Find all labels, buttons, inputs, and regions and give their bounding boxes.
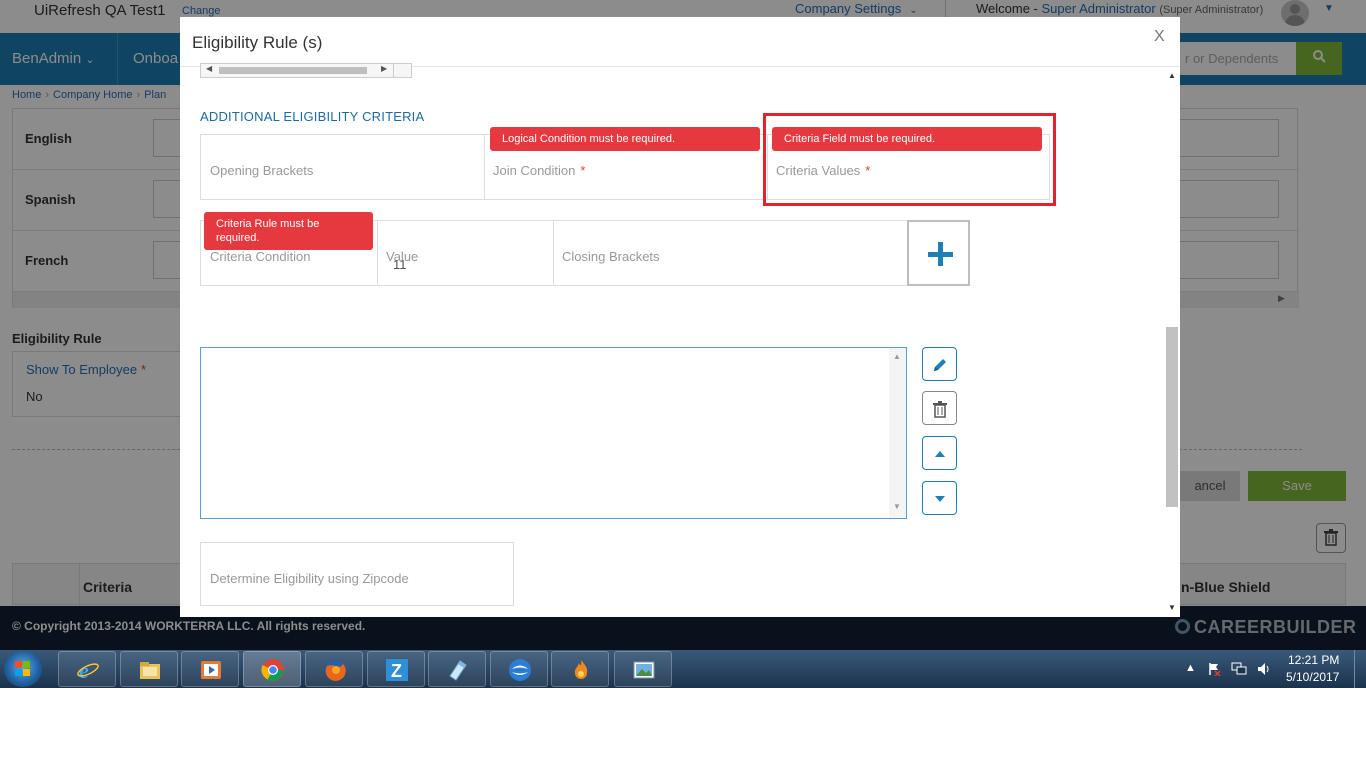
- z-app-icon: Z: [386, 659, 408, 681]
- horizontal-scrollbar[interactable]: ◀ ▶: [200, 63, 412, 78]
- clock-date[interactable]: 5/10/2017: [1286, 670, 1339, 684]
- taskbar-messenger[interactable]: [490, 651, 548, 687]
- arrow-down-icon[interactable]: ▼: [893, 502, 901, 511]
- taskbar-internet-explorer[interactable]: e: [58, 651, 116, 687]
- folder-icon: [140, 662, 160, 679]
- arrow-left-icon[interactable]: ◀: [206, 64, 212, 73]
- error-criteria-rule: Criteria Rule must be required.: [204, 212, 373, 250]
- firefox-icon: [325, 660, 346, 681]
- start-button[interactable]: [4, 651, 42, 687]
- closing-brackets-label: Closing Brackets: [562, 249, 660, 264]
- network-icon[interactable]: [1231, 662, 1247, 679]
- taskbar-z-app[interactable]: Z: [367, 651, 425, 687]
- modal-vertical-scrollbar[interactable]: ▲ ▼: [1165, 67, 1180, 617]
- modal-title: Eligibility Rule (s): [192, 33, 323, 52]
- eligibility-rule-modal: Eligibility Rule (s) X ◀ ▶ ADDITIONAL EL…: [180, 17, 1180, 617]
- taskbar-photo-viewer[interactable]: [614, 651, 672, 687]
- trash-icon: [933, 401, 947, 418]
- taskbar-media-player[interactable]: [181, 651, 239, 687]
- flame-icon: [574, 660, 588, 679]
- opening-brackets-label: Opening Brackets: [210, 163, 314, 178]
- criteria-list[interactable]: ▲ ▼: [200, 347, 907, 519]
- close-button[interactable]: X: [1154, 28, 1165, 46]
- arrow-up-icon[interactable]: ▲: [1168, 71, 1176, 80]
- taskbar-notes-app[interactable]: [428, 651, 486, 687]
- add-criteria-button[interactable]: [907, 220, 970, 286]
- action-center-flag-icon[interactable]: [1207, 662, 1221, 679]
- opening-brackets-field[interactable]: Opening Brackets: [201, 135, 484, 199]
- media-player-icon: [201, 661, 221, 679]
- zipcode-eligibility-label: Determine Eligibility using Zipcode: [210, 571, 409, 586]
- notes-app-icon: [449, 660, 467, 681]
- taskbar: e Z ▲ 12:21 PM 5/10/2017: [0, 650, 1366, 688]
- modal-header: Eligibility Rule (s) X: [180, 17, 1180, 67]
- vertical-scrollbar[interactable]: ▲ ▼: [889, 348, 906, 518]
- messenger-icon: [509, 659, 531, 681]
- criteria-condition-label: Criteria Condition: [210, 249, 311, 264]
- pencil-icon: [934, 359, 946, 371]
- volume-icon[interactable]: [1257, 662, 1271, 679]
- show-hidden-icons-button[interactable]: ▲: [1185, 662, 1196, 674]
- taskbar-file-explorer[interactable]: [120, 651, 178, 687]
- value-field[interactable]: Value: [377, 221, 553, 285]
- chrome-icon: [261, 659, 284, 681]
- scrollbar-thumb[interactable]: [1166, 327, 1178, 507]
- taskbar-firefox[interactable]: [305, 651, 363, 687]
- edit-button[interactable]: [922, 347, 957, 381]
- caret-down-icon: [935, 496, 945, 502]
- delete-criteria-button[interactable]: [922, 391, 957, 425]
- move-up-button[interactable]: [922, 436, 957, 470]
- join-condition-label-text: Join Condition: [493, 163, 576, 178]
- show-desktop-button[interactable]: [1354, 650, 1366, 688]
- screen: UiRefresh QA Test1 Change Company Settin…: [0, 0, 1366, 768]
- scrollbar-thumb[interactable]: [219, 67, 367, 74]
- value-input-text[interactable]: 11: [393, 257, 407, 272]
- internet-explorer-icon: e: [77, 658, 99, 682]
- windows-logo-icon: [15, 661, 31, 677]
- modal-body: ◀ ▶ ADDITIONAL ELIGIBILITY CRITERIA Open…: [180, 63, 1180, 617]
- closing-brackets-field[interactable]: Closing Brackets: [553, 221, 907, 285]
- clock-time[interactable]: 12:21 PM: [1288, 653, 1339, 667]
- caret-up-icon: [935, 451, 945, 457]
- join-condition-label: Join Condition *: [493, 163, 585, 178]
- highlight-annotation: [763, 113, 1056, 206]
- arrow-down-icon[interactable]: ▼: [1168, 603, 1176, 612]
- required-mark: *: [580, 163, 586, 178]
- svg-text:Z: Z: [391, 661, 402, 681]
- photo-viewer-icon: [633, 661, 655, 679]
- error-logical-condition: Logical Condition must be required.: [490, 127, 760, 151]
- arrow-up-icon[interactable]: ▲: [893, 352, 901, 361]
- taskbar-flame-app[interactable]: [551, 651, 609, 687]
- arrow-right-icon[interactable]: ▶: [381, 64, 387, 73]
- section-title: ADDITIONAL ELIGIBILITY CRITERIA: [200, 109, 425, 124]
- move-down-button[interactable]: [922, 481, 957, 515]
- zipcode-eligibility-field[interactable]: Determine Eligibility using Zipcode: [200, 542, 514, 606]
- taskbar-chrome[interactable]: [243, 651, 301, 687]
